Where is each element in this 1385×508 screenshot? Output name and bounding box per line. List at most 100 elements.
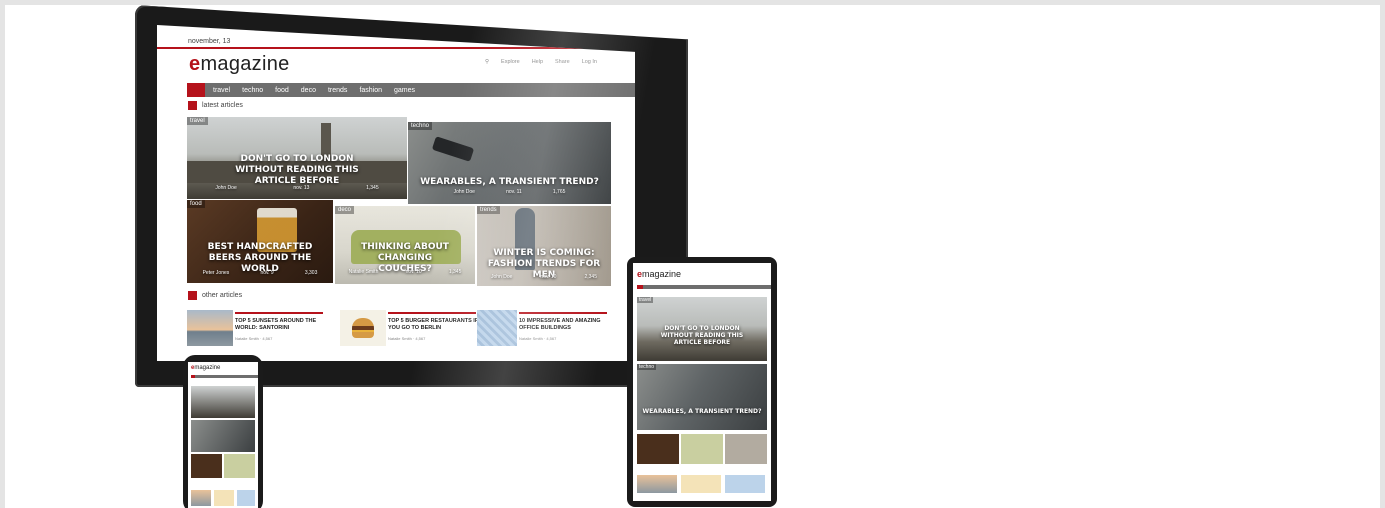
tablet-site-screen: emagazine travel Don't go to London with…	[633, 263, 771, 501]
tile-tag[interactable]: travel	[187, 117, 208, 125]
logo-text: magazine	[194, 365, 221, 371]
red-rule	[388, 312, 476, 314]
nav-travel[interactable]: travel	[213, 87, 230, 94]
site-date: november, 13	[188, 38, 231, 45]
tile-tag[interactable]: trends	[477, 206, 500, 214]
tablet-other-2[interactable]	[681, 475, 721, 493]
nav-deco[interactable]: deco	[301, 87, 316, 94]
other-meta: Natalie Smith · 4,567	[519, 336, 557, 341]
tile-tag[interactable]: deco	[335, 206, 355, 214]
mockup-stage: november, 13 emagazine ⚲ Explore Help Sh…	[5, 5, 1380, 508]
other-article-1[interactable]: Top 5 sunsets around the world: Santorin…	[187, 310, 327, 348]
article-tile-deco[interactable]: deco Thinking about changing couches? Na…	[335, 206, 475, 284]
phone-tile-techno[interactable]	[191, 420, 255, 452]
tablet-tile-food[interactable]	[637, 434, 679, 464]
tablet-tile-trends[interactable]	[725, 434, 767, 464]
phone-device: emagazine	[183, 355, 263, 508]
tile-author: John Doe	[453, 189, 475, 195]
tile-title[interactable]: Don't go to London without reading this …	[637, 325, 767, 346]
tile-tag[interactable]: food	[187, 200, 205, 208]
tile-meta: Peter Jones nov. 9 3,303	[187, 270, 333, 276]
other-title[interactable]: 10 impressive and amazing office buildin…	[519, 318, 609, 331]
phone-other-1[interactable]	[191, 490, 211, 506]
top-link-share[interactable]: Share	[555, 59, 570, 65]
top-link-explore[interactable]: Explore	[501, 59, 520, 65]
tile-tag[interactable]: techno	[637, 364, 657, 370]
tile-date: nov. 10	[405, 269, 422, 275]
red-rule	[235, 312, 323, 314]
section-marker-icon	[188, 291, 197, 300]
tile-author: Peter Jones	[202, 270, 230, 276]
desktop-site-screen: november, 13 emagazine ⚲ Explore Help Sh…	[157, 25, 635, 361]
tile-meta: Natalie Smith nov. 10 1,345	[335, 269, 475, 275]
site-logo[interactable]: emagazine	[189, 53, 290, 76]
other-meta: Natalie Smith · 4,567	[235, 336, 273, 341]
other-title[interactable]: Top 5 sunsets around the world: Santorin…	[235, 318, 327, 331]
other-meta: Natalie Smith · 4,567	[388, 336, 426, 341]
tile-views: 1,345	[448, 269, 462, 275]
tile-author: Natalie Smith	[348, 269, 379, 275]
tile-date: nov. 9	[260, 270, 274, 276]
tablet-logo[interactable]: emagazine	[637, 269, 681, 279]
tile-meta: John Doe nov. 13 1,345	[187, 185, 407, 191]
section-marker-icon	[188, 101, 197, 110]
logo-text: magazine	[200, 53, 290, 75]
tile-tag[interactable]: techno	[408, 122, 433, 130]
burger-icon	[352, 318, 374, 338]
tile-tag[interactable]: travel	[637, 297, 654, 303]
phone-tile-deco[interactable]	[224, 454, 255, 478]
article-tile-techno[interactable]: techno Wearables, a transient trend? Joh…	[408, 122, 611, 204]
article-tile-travel[interactable]: travel Don't go to London without readin…	[187, 117, 407, 199]
article-tile-food[interactable]: food Best handcrafted beers around the w…	[187, 200, 333, 283]
other-heading: other articles	[188, 291, 242, 300]
tile-views: 3,303	[304, 270, 318, 276]
phone-other-2[interactable]	[214, 490, 234, 506]
tablet-other-3[interactable]	[725, 475, 765, 493]
article-tile-trends[interactable]: trends Winter is coming: fashion trends …	[477, 206, 611, 286]
tablet-tile-travel[interactable]: travel Don't go to London without readin…	[637, 297, 767, 361]
phone-tile-travel[interactable]	[191, 386, 255, 418]
tile-views: 2,345	[584, 274, 597, 280]
phone-nav	[191, 375, 258, 378]
tablet-tile-techno[interactable]: techno Wearables, a transient trend?	[637, 364, 767, 430]
tile-date: nov. 11	[506, 189, 522, 195]
phone-tile-food[interactable]	[191, 454, 222, 478]
phone-logo[interactable]: emagazine	[191, 365, 220, 371]
logo-e: e	[189, 53, 201, 75]
top-links: ⚲ Explore Help Share Log In	[485, 59, 597, 65]
login-link[interactable]: Log In	[582, 59, 597, 65]
tile-date: nov. 13	[293, 185, 310, 191]
tile-title[interactable]: Wearables, a transient trend?	[637, 408, 767, 415]
tile-meta: John Doe nov. 10 2,345	[477, 274, 611, 280]
latest-heading: latest articles	[188, 101, 243, 110]
tile-views: 1,345	[366, 185, 379, 191]
burger-thumbnail	[340, 310, 386, 346]
desktop-monitor: november, 13 emagazine ⚲ Explore Help Sh…	[135, 5, 688, 387]
nav-games[interactable]: games	[394, 87, 415, 94]
top-link-help[interactable]: Help	[532, 59, 543, 65]
latest-heading-label: latest articles	[202, 102, 243, 109]
tile-date: nov. 10	[540, 274, 557, 280]
tile-title[interactable]: Don't go to London without reading this …	[187, 154, 407, 187]
other-heading-label: other articles	[202, 292, 243, 299]
tablet-other-1[interactable]	[637, 475, 677, 493]
tile-author: John Doe	[215, 185, 237, 191]
tile-meta: John Doe nov. 11 1,765	[408, 189, 611, 195]
tablet-tile-deco[interactable]	[681, 434, 723, 464]
tile-views: 1,765	[552, 189, 566, 195]
main-nav: travel techno food deco trends fashion g…	[187, 83, 635, 97]
nav-trends[interactable]: trends	[328, 87, 347, 94]
other-article-2[interactable]: Top 5 burger restaurants if you go to Be…	[340, 310, 480, 348]
nav-techno[interactable]: techno	[242, 87, 263, 94]
phone-site-screen: emagazine	[188, 362, 258, 508]
tablet-nav	[637, 285, 771, 289]
tile-title[interactable]: Wearables, a transient trend?	[408, 177, 611, 188]
other-article-3[interactable]: 10 impressive and amazing office buildin…	[477, 310, 617, 348]
other-title[interactable]: Top 5 burger restaurants if you go to Be…	[388, 318, 480, 331]
tile-author: John Doe	[491, 274, 513, 280]
nav-food[interactable]: food	[275, 87, 289, 94]
sunset-thumbnail	[187, 310, 233, 346]
phone-other-3[interactable]	[237, 490, 255, 506]
nav-fashion[interactable]: fashion	[359, 87, 382, 94]
search-icon[interactable]: ⚲	[485, 59, 489, 65]
